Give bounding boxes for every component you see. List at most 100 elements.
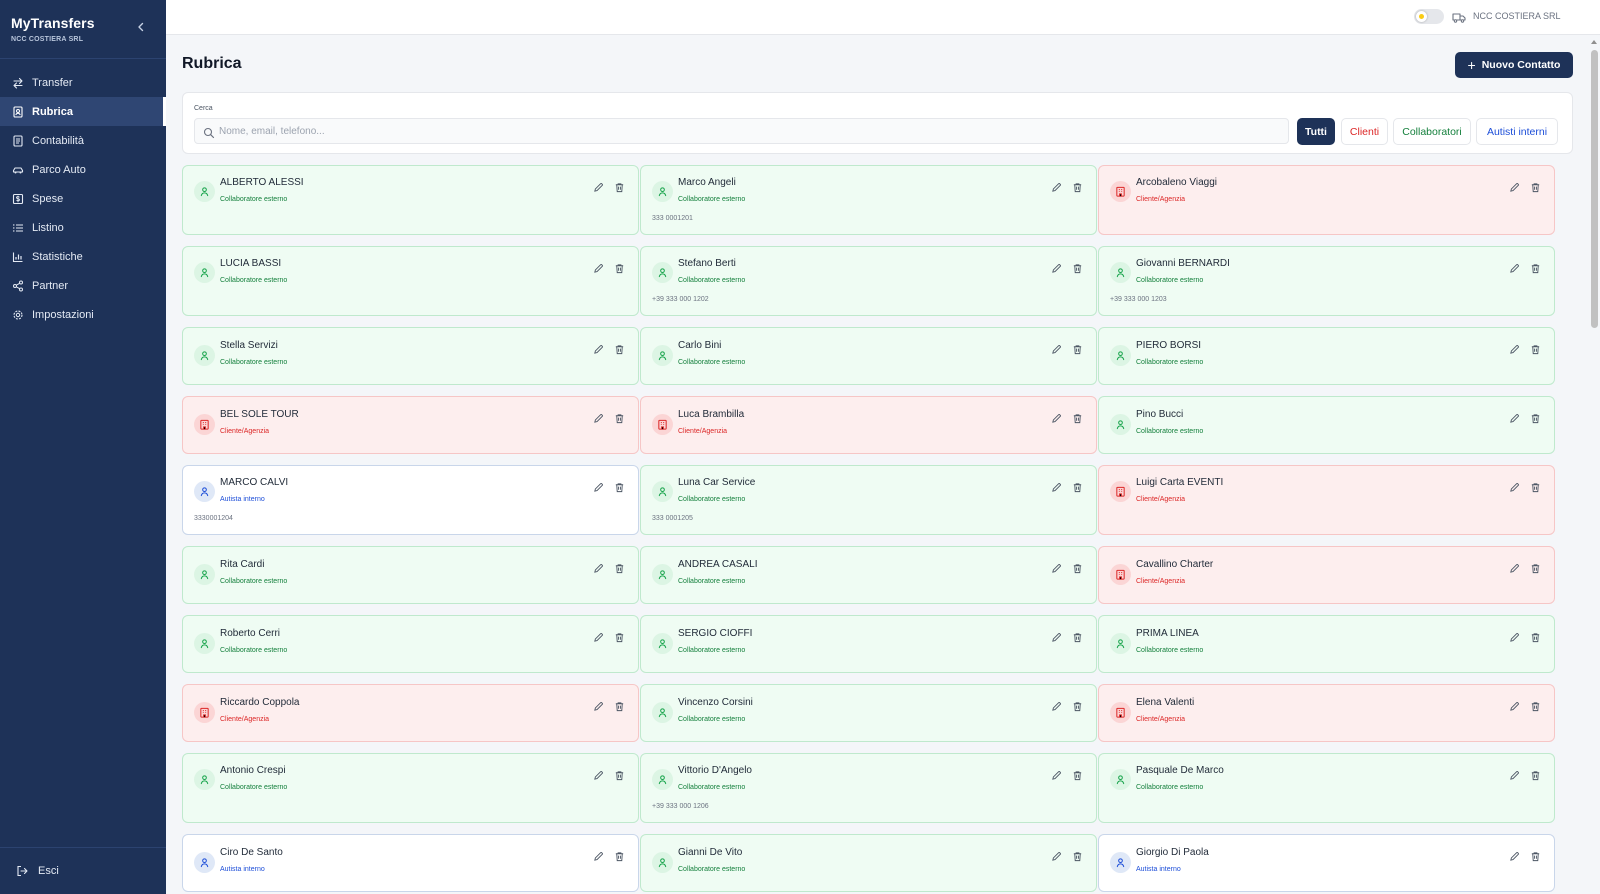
pencil-icon[interactable] (1509, 411, 1521, 423)
trash-icon[interactable] (1072, 699, 1084, 712)
trash-icon[interactable] (1530, 768, 1542, 781)
pencil-icon[interactable] (1509, 849, 1521, 861)
sidebar-item-listino[interactable]: Listino (0, 213, 166, 242)
trash-icon[interactable] (1072, 561, 1084, 574)
pencil-icon[interactable] (1051, 699, 1063, 711)
trash-icon[interactable] (1530, 411, 1542, 424)
pencil-icon[interactable] (593, 630, 605, 642)
pencil-icon[interactable] (593, 261, 605, 273)
pencil-icon[interactable] (1051, 480, 1063, 492)
trash-icon[interactable] (614, 411, 626, 424)
contact-card[interactable]: Rita Cardi Collaboratore esterno (182, 546, 639, 604)
sidebar-item-contabilita[interactable]: Contabilità (0, 126, 166, 155)
pencil-icon[interactable] (593, 411, 605, 423)
filter-drivers-button[interactable]: Autisti interni (1476, 118, 1558, 145)
contact-card[interactable]: Giovanni BERNARDI Collaboratore esterno +3… (1098, 246, 1555, 316)
scroll-up-arrow[interactable] (1591, 40, 1597, 44)
trash-icon[interactable] (1072, 480, 1084, 493)
pencil-icon[interactable] (1509, 342, 1521, 354)
pencil-icon[interactable] (593, 342, 605, 354)
contact-card[interactable]: PIERO BORSI Collaboratore esterno (1098, 327, 1555, 385)
new-contact-button[interactable]: + Nuovo Contatto (1455, 52, 1573, 78)
pencil-icon[interactable] (1509, 561, 1521, 573)
contact-card[interactable]: Luna Car Service Collaboratore esterno 333… (640, 465, 1097, 535)
sidebar-item-transfer[interactable]: Transfer (0, 68, 166, 97)
trash-icon[interactable] (1072, 849, 1084, 862)
pencil-icon[interactable] (1509, 699, 1521, 711)
trash-icon[interactable] (1072, 768, 1084, 781)
pencil-icon[interactable] (593, 849, 605, 861)
sidebar-item-parco-auto[interactable]: Parco Auto (0, 155, 166, 184)
sidebar-item-spese[interactable]: Spese (0, 184, 166, 213)
trash-icon[interactable] (614, 561, 626, 574)
contact-card[interactable]: Roberto Cerri Collaboratore esterno (182, 615, 639, 673)
pencil-icon[interactable] (1051, 261, 1063, 273)
contact-card[interactable]: Ciro De Santo Autista interno (182, 834, 639, 892)
pencil-icon[interactable] (1051, 768, 1063, 780)
trash-icon[interactable] (1530, 849, 1542, 862)
contact-card[interactable]: PRIMA LINEA Collaboratore esterno (1098, 615, 1555, 673)
contact-card[interactable]: Cavallino Charter Cliente/Agenzia (1098, 546, 1555, 604)
contact-card[interactable]: ANDREA CASALI Collaboratore esterno (640, 546, 1097, 604)
pencil-icon[interactable] (1509, 180, 1521, 192)
filter-all-button[interactable]: Tutti (1297, 118, 1335, 145)
contact-card[interactable]: ALBERTO ALESSI Collaboratore esterno (182, 165, 639, 235)
search-input[interactable] (219, 119, 1279, 143)
filter-collaborators-button[interactable]: Collaboratori (1393, 118, 1471, 145)
pencil-icon[interactable] (593, 768, 605, 780)
contact-card[interactable]: BEL SOLE TOUR Cliente/Agenzia (182, 396, 639, 454)
contact-card[interactable]: Arcobaleno Viaggi Cliente/Agenzia (1098, 165, 1555, 235)
sidebar-item-partner[interactable]: Partner (0, 271, 166, 300)
contact-card[interactable]: Elena Valenti Cliente/Agenzia (1098, 684, 1555, 742)
pencil-icon[interactable] (593, 180, 605, 192)
trash-icon[interactable] (1530, 480, 1542, 493)
contact-card[interactable]: Carlo Bini Collaboratore esterno (640, 327, 1097, 385)
trash-icon[interactable] (1530, 699, 1542, 712)
pencil-icon[interactable] (593, 480, 605, 492)
contact-card[interactable]: Gianni De Vito Collaboratore esterno (640, 834, 1097, 892)
contact-card[interactable]: Pino Bucci Collaboratore esterno (1098, 396, 1555, 454)
contact-card[interactable]: Luigi Carta EVENTI Cliente/Agenzia (1098, 465, 1555, 535)
trash-icon[interactable] (1530, 180, 1542, 193)
scroll-thumb[interactable] (1591, 50, 1598, 328)
contact-card[interactable]: Luca Brambilla Cliente/Agenzia (640, 396, 1097, 454)
filter-clients-button[interactable]: Clienti (1341, 118, 1388, 145)
contact-card[interactable]: SERGIO CIOFFI Collaboratore esterno (640, 615, 1097, 673)
pencil-icon[interactable] (1051, 411, 1063, 423)
contact-card[interactable]: Stefano Berti Collaboratore esterno +39 33… (640, 246, 1097, 316)
trash-icon[interactable] (614, 261, 626, 274)
pencil-icon[interactable] (593, 561, 605, 573)
pencil-icon[interactable] (1051, 630, 1063, 642)
trash-icon[interactable] (614, 480, 626, 493)
pencil-icon[interactable] (1051, 849, 1063, 861)
logout-button[interactable]: Esci (0, 847, 166, 894)
pencil-icon[interactable] (1509, 261, 1521, 273)
sidebar-item-rubrica[interactable]: Rubrica (0, 97, 166, 126)
pencil-icon[interactable] (1051, 342, 1063, 354)
trash-icon[interactable] (1530, 630, 1542, 643)
contact-card[interactable]: MARCO CALVI Autista interno 3330001204 (182, 465, 639, 535)
sidebar-item-statistiche[interactable]: Statistiche (0, 242, 166, 271)
trash-icon[interactable] (614, 699, 626, 712)
pencil-icon[interactable] (593, 699, 605, 711)
pencil-icon[interactable] (1051, 561, 1063, 573)
trash-icon[interactable] (1072, 630, 1084, 643)
trash-icon[interactable] (1072, 411, 1084, 424)
pencil-icon[interactable] (1509, 768, 1521, 780)
contact-card[interactable]: Giorgio Di Paola Autista interno (1098, 834, 1555, 892)
contact-card[interactable]: Riccardo Coppola Cliente/Agenzia (182, 684, 639, 742)
theme-toggle[interactable] (1414, 9, 1444, 24)
trash-icon[interactable] (1530, 561, 1542, 574)
scrollbar[interactable] (1591, 40, 1598, 892)
contact-card[interactable]: LUCIA BASSI Collaboratore esterno (182, 246, 639, 316)
trash-icon[interactable] (614, 342, 626, 355)
pencil-icon[interactable] (1051, 180, 1063, 192)
trash-icon[interactable] (614, 849, 626, 862)
contact-card[interactable]: Vittorio D'Angelo Collaboratore esterno +3… (640, 753, 1097, 823)
contact-card[interactable]: Marco Angeli Collaboratore esterno 333 000… (640, 165, 1097, 235)
trash-icon[interactable] (1530, 261, 1542, 274)
chevron-left-icon[interactable] (134, 20, 148, 34)
sidebar-item-impostazioni[interactable]: Impostazioni (0, 300, 166, 329)
trash-icon[interactable] (1072, 180, 1084, 193)
contact-card[interactable]: Stella Servizi Collaboratore esterno (182, 327, 639, 385)
